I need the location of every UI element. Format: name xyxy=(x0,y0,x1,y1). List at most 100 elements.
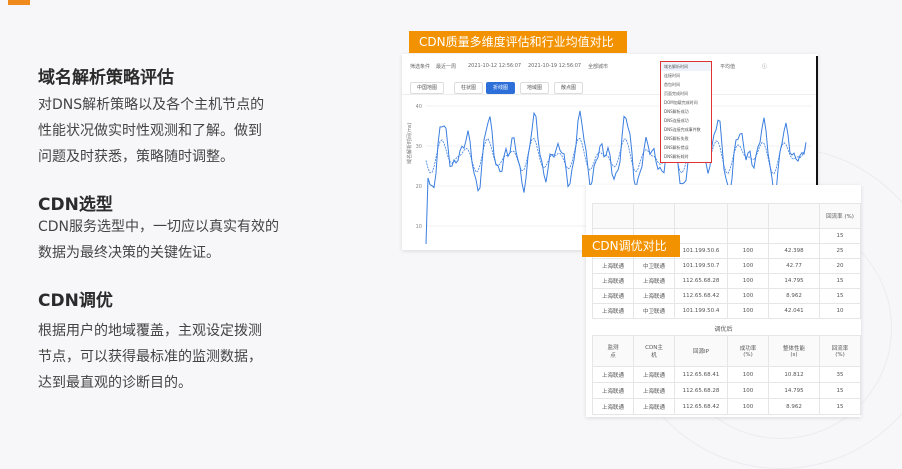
dropdown-item[interactable]: DNS解析错误 xyxy=(661,143,711,152)
table-cell: 上海联通 xyxy=(633,366,675,383)
table-cell: 15 xyxy=(819,288,861,304)
y-tick-label: 40 xyxy=(416,104,422,110)
table-cell: 上海联通 xyxy=(633,273,675,289)
table-cell: 100 xyxy=(727,366,769,383)
table-header-cell: 整体性能 (s) xyxy=(768,335,820,367)
table-row: 上海联通 中卫联通 101.199.50.4 100 42.041 10 xyxy=(592,303,861,319)
panel-edge-shadow xyxy=(816,56,818,196)
section-title-cdn-tuning: CDN调优 xyxy=(38,291,113,311)
tab-bar-chart[interactable]: 柱状图 xyxy=(454,82,484,94)
table-header-cell: 成功率 (%) xyxy=(727,335,769,367)
table-cell: 10.812 xyxy=(768,366,820,383)
metric-dropdown[interactable]: 域名解析时间 连接时间 首包时间 页面完成时间 DOM加载完成时间 DNS解析成… xyxy=(660,61,712,163)
after-table: 监测 点 CDN主 机回源IP 成功率 (%) 整体性能 (s) 回流率 (%) 上海联… xyxy=(592,335,861,415)
table-cell: 15 xyxy=(819,273,861,289)
dropdown-item[interactable]: DNS解析成功 xyxy=(661,107,711,116)
range-select[interactable]: 最近一周 xyxy=(436,63,456,70)
table-cell: 101.199.50.7 xyxy=(674,258,728,274)
table-cell: 42.041 xyxy=(768,303,820,319)
table-cell: 上海联通 xyxy=(592,258,634,274)
dropdown-item[interactable]: DNS解析失败 xyxy=(661,134,711,143)
table-row: 上海联通 上海联通 112.65.68.42 100 8.962 15 xyxy=(592,288,861,304)
table-cell: 上海联通 xyxy=(592,382,634,399)
table-cell: 中卫联通 xyxy=(633,258,675,274)
table-row: 上海联通 上海联通 112.65.68.41 100 10.812 35 xyxy=(592,366,861,383)
table-cell: 上海联通 xyxy=(592,303,634,319)
table-row: 上海联通 上海联通 112.65.68.42 100 8.962 15 xyxy=(592,398,861,415)
table-cell: 15 xyxy=(819,228,861,244)
table-cell: 8.962 xyxy=(768,398,820,415)
table-card-label: CDN调优对比 xyxy=(582,235,680,257)
table-cell: 112.65.68.28 xyxy=(674,273,728,289)
tab-line-chart[interactable]: 折线图 xyxy=(486,82,516,94)
section-text-cdn-selection: CDN服务选型中，一切应以真实有效的 数据为最终决策的关键佐证。 xyxy=(38,219,280,261)
table-cell: 101.199.50.6 xyxy=(674,243,728,259)
table-cell: 100 xyxy=(727,303,769,319)
start-date-input[interactable]: 2021-10-12 12:56:07 xyxy=(468,63,521,69)
table-row: 上海联通 上海联通 112.65.68.28 100 14.795 15 xyxy=(592,273,861,289)
table-cell: 25 xyxy=(819,243,861,259)
end-date-input[interactable]: 2021-10-19 12:56:07 xyxy=(528,63,581,69)
dropdown-item[interactable]: DNS连接完成事件数 xyxy=(661,125,711,134)
table-cell: 100 xyxy=(727,398,769,415)
table-cell: 100 xyxy=(727,382,769,399)
tab-china-map[interactable]: 中国地图 xyxy=(410,82,445,94)
table-cell: 100 xyxy=(727,243,769,259)
dropdown-item[interactable]: 连接时间 xyxy=(661,71,711,80)
table-cell: 35 xyxy=(819,366,861,383)
table-cell: 上海联通 xyxy=(592,366,634,383)
table-header-cell: CDN主 机 xyxy=(633,335,675,367)
section-title-dns: 域名解析策略评估 xyxy=(38,68,174,88)
dropdown-item[interactable]: 页面完成时间 xyxy=(661,89,711,98)
table-cell: 上海联通 xyxy=(592,398,634,415)
chart-panel-label: CDN质量多维度评估和行业均值对比 xyxy=(409,31,627,53)
table-cell: 112.65.68.42 xyxy=(674,398,728,415)
table-cell: 20 xyxy=(819,258,861,274)
dropdown-item[interactable]: 域名解析时间 xyxy=(661,62,711,71)
table-header-cell: 回流率 (%) xyxy=(819,203,861,229)
table-header-cell: 回流率 (%) xyxy=(819,335,861,367)
table-row: 上海联通 中卫联通 101.199.50.7 100 42.77 20 xyxy=(592,258,861,274)
dropdown-item[interactable]: DOM加载完成时间 xyxy=(661,98,711,107)
city-select[interactable]: 全部城市 xyxy=(588,63,608,70)
dropdown-item[interactable]: 首包时间 xyxy=(661,80,711,89)
cdn-tuning-table-card: 回流率 (%) 15上海联通中卫联通101.199.50.610042.3982… xyxy=(586,185,861,417)
table-cell xyxy=(674,228,728,244)
table-cell: 上海联通 xyxy=(633,288,675,304)
table-cell: 101.199.50.4 xyxy=(674,303,728,319)
tab-scatter-chart[interactable]: 散点图 xyxy=(554,82,584,94)
table-cell: 100 xyxy=(727,258,769,274)
table-cell: 14.795 xyxy=(768,382,820,399)
info-icon[interactable]: ⓘ xyxy=(762,63,767,70)
table-cell xyxy=(727,228,769,244)
table-row: 上海联通 上海联通 112.65.68.28 100 14.795 15 xyxy=(592,382,861,399)
y-tick-label: 20 xyxy=(416,184,422,190)
table-cell xyxy=(768,228,820,244)
y-tick-label: 10 xyxy=(416,224,422,230)
section-text-cdn-tuning: 根据用户的地域覆盖，主观设定拨测 节点，可以获得最标准的监测数据， 达到最直观的… xyxy=(38,323,262,391)
section-text-dns: 对DNS解析策略以及各个主机节点的 性能状况做实时性观测和了解。做到 问题及时获… xyxy=(38,97,265,165)
table-cell: 112.65.68.28 xyxy=(674,382,728,399)
table-cell: 8.962 xyxy=(768,288,820,304)
after-tuning-title: 调优后 xyxy=(714,326,733,333)
table-cell: 42.77 xyxy=(768,258,820,274)
dropdown-item[interactable]: DNS解析耗时 xyxy=(661,152,711,161)
table-cell: 15 xyxy=(819,398,861,415)
table-cell: 100 xyxy=(727,273,769,289)
table-cell: 15 xyxy=(819,382,861,399)
y-tick-label: 30 xyxy=(416,144,422,150)
tab-region-chart[interactable]: 地域图 xyxy=(520,82,550,94)
section-title-cdn-selection: CDN选型 xyxy=(38,195,113,215)
filter-label: 筛选条件 xyxy=(410,64,431,70)
dropdown-item[interactable]: DNS连接成功 xyxy=(661,116,711,125)
table-cell: 上海联通 xyxy=(592,288,634,304)
table-cell: 112.65.68.42 xyxy=(674,288,728,304)
brand-accent-bar xyxy=(8,0,30,5)
before-table: 回流率 (%) 15上海联通中卫联通101.199.50.610042.3982… xyxy=(592,203,861,319)
chart-type-tabs: 中国地图 柱状图 折线图 地域图 散点图 xyxy=(402,80,818,95)
table-cell: 上海联通 xyxy=(633,398,675,415)
table-header-cell: 回源IP xyxy=(674,335,728,367)
table-header-cell: 监测 点 xyxy=(592,335,634,367)
stat-select[interactable]: 平均值 xyxy=(720,63,735,70)
table-cell: 上海联通 xyxy=(633,382,675,399)
